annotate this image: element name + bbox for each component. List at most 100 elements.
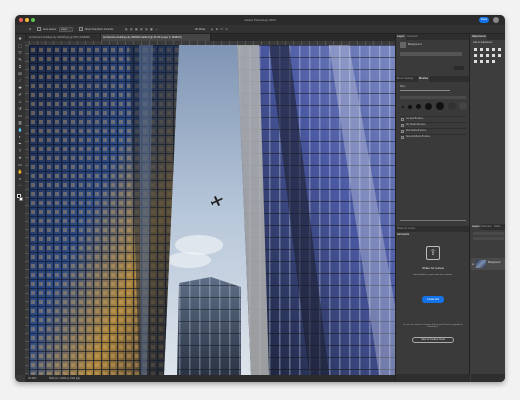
brightness-icon[interactable] <box>474 48 477 51</box>
share-button[interactable]: Share <box>479 17 489 23</box>
brush-preset-4[interactable] <box>425 103 432 110</box>
marquee-icon[interactable]: ⬚ <box>17 43 23 48</box>
path-select-icon[interactable]: ➤ <box>17 155 23 160</box>
tab-layers-top[interactable]: Layers <box>396 34 406 40</box>
gradient-icon[interactable]: ▥ <box>17 120 23 125</box>
options-bar: ✥ Auto-Select: Layer Show Transform Cont… <box>15 25 505 34</box>
tab-brushes[interactable]: Brushes <box>418 76 430 82</box>
brush-preset-2[interactable] <box>408 105 412 109</box>
document-tabs: Architecture-building-city-408148.jpg @ … <box>25 34 395 41</box>
posterize-icon[interactable] <box>480 60 483 63</box>
architecture-photo <box>29 45 395 375</box>
history-brush-icon[interactable]: ↺ <box>17 106 23 111</box>
folder-icon <box>401 130 404 133</box>
brush-group-special[interactable]: Special Effects Brushes <box>400 134 466 139</box>
levels-icon[interactable] <box>480 48 483 51</box>
color-balance-icon[interactable] <box>480 54 483 57</box>
brush-size-slider-bottom[interactable] <box>400 220 466 221</box>
photo-filter-icon[interactable] <box>492 54 495 57</box>
dodge-icon[interactable]: ◐ <box>17 134 23 139</box>
document-canvas[interactable] <box>29 45 395 375</box>
channel-mixer-icon[interactable] <box>498 54 501 57</box>
brush-preset-6[interactable] <box>448 102 456 110</box>
right-panels: Layers Channels Background Brush Setting… <box>395 34 505 382</box>
healing-icon[interactable]: ✚ <box>17 85 23 90</box>
move-icon[interactable]: ✥ <box>17 36 23 41</box>
maximize-window-button[interactable] <box>31 18 35 22</box>
zoom-icon[interactable]: ⌕ <box>17 176 23 181</box>
tab-architecture-tif[interactable]: Architecture-building-city-408148-4-Edit… <box>101 34 211 41</box>
create-link-button[interactable]: Create link <box>422 296 444 303</box>
zoom-level[interactable]: 33.33% <box>28 375 36 382</box>
eye-icon[interactable]: ● <box>472 262 474 266</box>
brush-size-slider[interactable] <box>400 90 450 91</box>
layer-name[interactable]: Background <box>488 262 500 264</box>
frame-icon[interactable]: ☒ <box>17 71 23 76</box>
layer-filter[interactable] <box>473 232 504 235</box>
tab-paths[interactable]: Paths <box>493 224 501 230</box>
panel-column-right: Adjustments Add an adjustment Layers Cha… <box>471 34 505 382</box>
save-to-cloud-button[interactable]: Save to Creative Cloud <box>412 337 454 343</box>
brush-group-wet[interactable]: Wet Media Brushes <box>400 128 466 133</box>
folder-icon <box>401 118 404 121</box>
background-color-swatch[interactable] <box>19 197 23 201</box>
eraser-icon[interactable]: ▭ <box>17 113 23 118</box>
clone-stamp-icon[interactable]: ⊥ <box>17 99 23 104</box>
brush-icon[interactable]: ✐ <box>17 92 23 97</box>
close-window-button[interactable] <box>19 18 23 22</box>
pen-icon[interactable]: ✒ <box>17 141 23 146</box>
invert-icon[interactable] <box>474 60 477 63</box>
top-panel-row-2[interactable] <box>400 52 462 56</box>
curves-icon[interactable] <box>486 48 489 51</box>
title-bar: Adobe Photoshop 2023 Share <box>15 15 505 25</box>
hand-icon[interactable]: ✋ <box>17 169 23 174</box>
eyedropper-icon[interactable]: ⟋ <box>17 78 23 83</box>
tab-comments[interactable]: Comments <box>396 232 411 238</box>
layers-panel-footer <box>471 374 505 382</box>
minimize-window-button[interactable] <box>25 18 29 22</box>
top-panel-row: Background <box>408 43 422 46</box>
tab-architecture-jpg[interactable]: Architecture-building-city-408148.jpg @ … <box>27 34 101 41</box>
3d-mode-icons[interactable]: ◎ ✥ ⤧ ⇲ <box>211 27 228 32</box>
folder-icon <box>401 124 404 127</box>
blend-mode-select[interactable] <box>473 237 504 240</box>
more-icon[interactable]: ⋯ <box>17 183 23 188</box>
exposure-icon[interactable] <box>492 48 495 51</box>
brush-preset-3[interactable] <box>416 104 421 109</box>
brush-preset-1[interactable] <box>402 106 404 108</box>
move-tool-options-icon[interactable]: ✥ <box>29 27 31 32</box>
tab-brush-settings[interactable]: Brush Settings <box>396 76 414 82</box>
auto-select-label: Auto-Select: <box>43 28 57 31</box>
auto-select-dropdown[interactable]: Layer <box>59 27 73 32</box>
auto-select-checkbox[interactable] <box>37 27 41 31</box>
black-white-icon[interactable] <box>486 54 489 57</box>
brush-search-field[interactable] <box>400 96 466 99</box>
lasso-icon[interactable]: ➰ <box>17 50 23 55</box>
brush-group-general[interactable]: General Brushes <box>400 116 466 121</box>
share-panel-footer <box>396 374 470 382</box>
top-panel-footer-icons[interactable] <box>454 66 464 70</box>
brush-panel-tabs: Brush Settings Brushes <box>396 76 469 82</box>
align-buttons[interactable]: ▤ ▥ ▦ ▧ ▨ ▩ ⋯ <box>125 27 185 32</box>
tools-panel: ✥ ⬚ ➰ ✎ ⌗ ☒ ⟋ ✚ ✐ ⊥ ↺ ▭ ▥ 💧 ◐ ✒ T ➤ ▭ ✋ … <box>15 34 25 375</box>
brush-preset-7[interactable] <box>459 102 467 110</box>
show-transform-checkbox[interactable] <box>79 27 83 31</box>
tab-channels[interactable]: Channels <box>480 224 493 230</box>
share-description: Get feedback on your work from anyone. <box>413 274 453 276</box>
share-panel-tabs: Share for review Comments <box>396 226 469 238</box>
tab-adjustments[interactable]: Adjustments <box>471 34 487 40</box>
gradient-map-icon[interactable] <box>492 60 495 63</box>
brush-group-dry[interactable]: Dry Media Brushes <box>400 122 466 127</box>
type-icon[interactable]: T <box>17 148 23 153</box>
brush-preset-5[interactable] <box>436 102 444 110</box>
tab-channels-top[interactable]: Channels <box>406 34 419 40</box>
blur-icon[interactable]: 💧 <box>17 127 23 132</box>
quick-select-icon[interactable]: ✎ <box>17 57 23 62</box>
user-avatar-icon[interactable] <box>493 17 499 23</box>
layer-row-background[interactable]: ● Background <box>471 258 505 270</box>
hue-saturation-icon[interactable] <box>474 54 477 57</box>
crop-icon[interactable]: ⌗ <box>17 64 23 69</box>
rectangle-icon[interactable]: ▭ <box>17 162 23 167</box>
threshold-icon[interactable] <box>486 60 489 63</box>
vibrance-icon[interactable] <box>498 48 501 51</box>
